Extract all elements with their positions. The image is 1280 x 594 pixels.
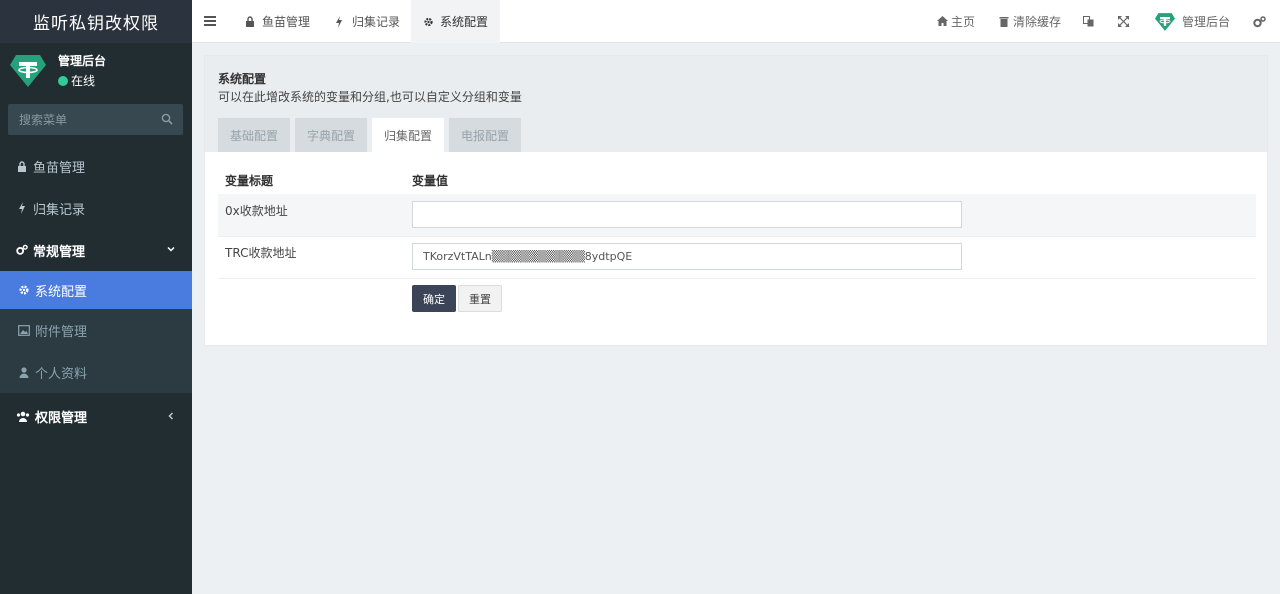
sidebar-item-sysconfig[interactable]: 系统配置	[0, 271, 192, 309]
group-icon	[16, 410, 30, 422]
app-title[interactable]: 监听私钥改权限	[0, 0, 192, 43]
cogs-icon	[1253, 16, 1266, 28]
user-status: 在线	[58, 72, 95, 89]
expand-icon	[1118, 16, 1129, 27]
sidebar-item-label: 常规管理	[33, 244, 86, 260]
bolt-icon	[335, 16, 346, 28]
sidebar-item-label: 鱼苗管理	[33, 160, 86, 176]
user-icon	[18, 366, 30, 378]
home-icon	[937, 16, 948, 27]
sidebar: 监听私钥改权限 管理后台 在线 鱼苗管理	[0, 0, 192, 594]
chevron-left-icon	[168, 412, 174, 420]
admin-label: 管理后台	[1182, 15, 1231, 29]
page-description: 可以在此增改系统的变量和分组,也可以自定义分组和变量	[218, 90, 522, 104]
online-dot-icon	[58, 75, 68, 86]
tab-basic[interactable]: 基础配置	[218, 118, 291, 152]
row-label: TRC收款地址	[225, 246, 297, 260]
home-link[interactable]: 主页	[937, 0, 975, 43]
bolt-icon	[16, 202, 28, 214]
tab-collect-config[interactable]: 归集配置	[372, 118, 445, 152]
menu-toggle-icon[interactable]	[204, 15, 218, 27]
sidebar-item-profile[interactable]: 个人资料	[0, 351, 192, 393]
search-icon[interactable]	[161, 113, 173, 125]
table-row: 0x收款地址	[218, 194, 1256, 236]
sidebar-item-label: 个人资料	[35, 366, 88, 382]
lock-icon	[245, 16, 256, 27]
config-panel: 系统配置 可以在此增改系统的变量和分组,也可以自定义分组和变量 基础配置 字典配…	[204, 55, 1268, 346]
column-header-value: 变量值	[412, 174, 449, 188]
lock-icon	[16, 160, 28, 172]
gear-icon	[18, 284, 30, 296]
row-label: 0x收款地址	[225, 204, 288, 218]
general-submenu: 系统配置 附件管理 个人资料	[0, 271, 192, 393]
language-icon	[1083, 16, 1094, 27]
settings-button[interactable]	[1253, 0, 1269, 43]
sidebar-menu: 鱼苗管理 归集记录 常规管理 系统配置 附件管理 个人资料 权限管理	[0, 145, 192, 439]
erc-address-input[interactable]	[412, 201, 962, 228]
search-input[interactable]	[8, 104, 183, 135]
clear-cache-label: 清除缓存	[1013, 15, 1062, 29]
user-name: 管理后台	[58, 54, 107, 68]
sidebar-item-label: 附件管理	[35, 324, 88, 340]
column-header-title: 变量标题	[225, 174, 274, 188]
chevron-down-icon	[167, 246, 175, 252]
admin-menu[interactable]: 管理后台	[1154, 0, 1230, 43]
tab-label: 鱼苗管理	[262, 15, 311, 29]
trash-icon	[999, 16, 1010, 27]
top-header: 鱼苗管理 归集记录 系统配置 主页 清除缓存 管理后台	[192, 0, 1280, 43]
fullscreen-button[interactable]	[1118, 0, 1132, 43]
menu-search	[8, 104, 183, 135]
config-tabs: 基础配置 字典配置 归集配置 电报配置	[218, 118, 526, 152]
image-icon	[18, 324, 30, 336]
panel-header: 系统配置 可以在此增改系统的变量和分组,也可以自定义分组和变量 基础配置 字典配…	[205, 56, 1267, 152]
home-label: 主页	[951, 15, 976, 29]
confirm-button[interactable]: 确定	[412, 285, 456, 312]
cogs-icon	[16, 244, 28, 256]
table-row: TRC收款地址	[218, 236, 1256, 278]
tab-fish[interactable]: 鱼苗管理	[233, 0, 322, 43]
tab-telegram[interactable]: 电报配置	[449, 118, 522, 152]
tab-label: 系统配置	[440, 15, 489, 29]
tab-dictionary[interactable]: 字典配置	[295, 118, 368, 152]
sidebar-item-label: 权限管理	[35, 410, 88, 426]
trc-address-input[interactable]	[412, 243, 962, 270]
sidebar-item-collect[interactable]: 归集记录	[0, 187, 192, 229]
status-text: 在线	[71, 74, 96, 88]
page-title: 系统配置	[218, 72, 267, 86]
gear-icon	[423, 16, 434, 27]
sidebar-item-permissions[interactable]: 权限管理	[0, 393, 192, 439]
user-panel: 管理后台 在线	[0, 43, 192, 102]
tether-logo-icon	[1155, 12, 1175, 31]
sidebar-item-general[interactable]: 常规管理	[0, 229, 192, 271]
tab-label: 归集记录	[352, 15, 401, 29]
tether-logo-icon	[10, 55, 46, 87]
sidebar-item-fish[interactable]: 鱼苗管理	[0, 145, 192, 187]
language-button[interactable]	[1083, 0, 1097, 43]
divider	[218, 278, 1256, 279]
sidebar-item-attachments[interactable]: 附件管理	[0, 309, 192, 351]
tab-sysconfig[interactable]: 系统配置	[411, 0, 500, 43]
sidebar-item-label: 归集记录	[33, 202, 86, 218]
tab-collect[interactable]: 归集记录	[323, 0, 412, 43]
reset-button[interactable]: 重置	[458, 285, 502, 312]
clear-cache-link[interactable]: 清除缓存	[999, 0, 1061, 43]
sidebar-item-label: 系统配置	[35, 284, 88, 300]
